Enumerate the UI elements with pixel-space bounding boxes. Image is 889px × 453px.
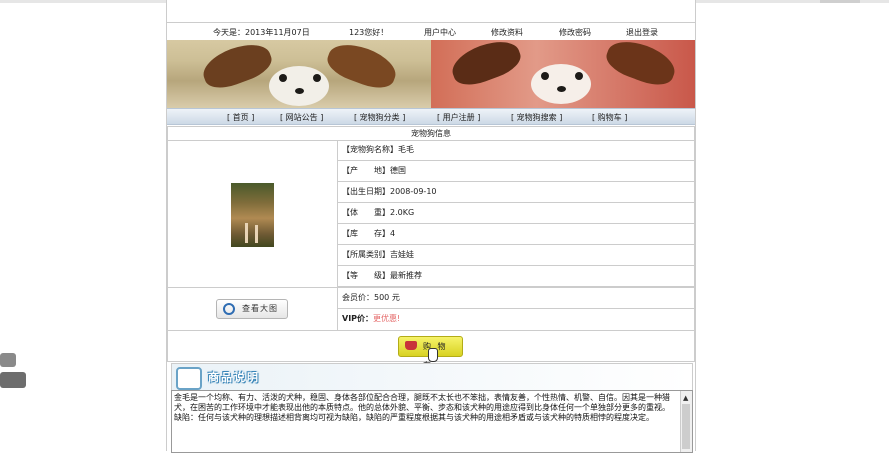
attr-value: 4 [390,229,396,238]
nav-dog-search[interactable]: [ 宠物狗搜索 ] [511,112,562,123]
attr-label: 【等 级】 [342,271,390,280]
attr-value: 2.0KG [390,208,415,217]
dog-ear [447,40,525,91]
attr-row: 【产 地】德国 [338,161,696,182]
dog-ear [323,40,401,94]
attr-row: 【库 存】4 [338,224,696,245]
banner-dog-left [167,40,431,108]
basket-icon [405,341,417,350]
vip-price-value: 更优惠! [373,314,401,323]
hand-cursor-icon [428,348,438,362]
logout-link[interactable]: 退出登录 [626,27,658,38]
description-header: 商品说明 [171,363,693,391]
banner-dog-right [431,40,695,108]
dog-face [269,66,329,106]
banner-image [167,40,695,108]
vip-price-label: VIP价： [342,314,374,323]
attr-label: 【所属类别】 [342,250,390,259]
member-price-row: 会员价：500 元 [338,287,696,309]
nav-register[interactable]: [ 用户注册 ] [437,112,480,123]
nav-cart[interactable]: [ 购物车 ] [592,112,627,123]
pet-thumbnail-leg [245,223,248,243]
dog-eye [575,72,583,80]
pet-picture-cell [168,140,338,287]
pet-thumbnail-leg [255,225,258,243]
today-date: 今天是：2013年11月07日 [213,28,310,37]
attr-value: 2008-09-10 [390,187,437,196]
change-password-link[interactable]: 修改密码 [559,27,591,38]
nav-home[interactable]: [ 首页 ] [227,112,254,123]
attr-value: 毛毛 [398,145,414,154]
nav-announcements[interactable]: [ 网站公告 ] [280,112,323,123]
overlay-badge: 鼠 [0,372,26,409]
dog-ear [198,40,276,94]
attr-label: 【体 重】 [342,208,390,217]
main-nav: [ 首页 ] [ 网站公告 ] [ 宠物狗分类 ] [ 用户注册 ] [ 宠物狗… [167,108,695,125]
attr-row: 【体 重】2.0KG [338,203,696,224]
attr-row: 【所属类别】吉娃娃 [338,245,696,266]
attr-label: 【宠物狗名称】 [342,145,398,154]
pet-info-table: 【宠物狗名称】毛毛 【产 地】德国 【出生日期】2008-09-10 【体 重】… [167,140,696,331]
description-text: 金毛是一个均称、有力、活泼的犬种，稳固、身体各部位配合合理，腿既不太长也不笨拙，… [174,393,670,422]
description-logo-icon [176,367,202,390]
overlay-icon [0,353,16,367]
attr-row: 【出生日期】2008-09-10 [338,182,696,203]
view-large-image-label: 查看大图 [242,304,278,313]
description-textarea[interactable]: 金毛是一个均称、有力、活泼的犬种，稳固、身体各部位配合合理，腿既不太长也不笨拙，… [171,390,693,453]
user-greeting: 123您好！ [349,28,389,37]
dog-ear [602,40,680,91]
left-overlay-widget: 鼠 [0,350,30,409]
dog-eye [541,72,549,80]
scrollbar-thumb[interactable] [682,404,690,449]
user-center-link[interactable]: 用户中心 [424,27,456,38]
attr-label: 【库 存】 [342,229,390,238]
dog-eye [313,74,321,82]
attr-value: 吉娃娃 [390,250,414,259]
zoom-cell: 查看大图 [168,287,338,331]
attr-row: 【等 级】最新推荐 [338,266,696,287]
magnifier-icon [223,303,235,315]
nav-dog-categories[interactable]: [ 宠物狗分类 ] [354,112,405,123]
top-strip-segment [820,0,860,3]
dog-face [531,64,591,104]
member-price-label: 会员价： [342,293,374,302]
description-title: 商品说明 [208,371,260,384]
view-large-image-button[interactable]: 查看大图 [216,299,288,319]
dog-nose [557,86,566,92]
attr-label: 【产 地】 [342,166,390,175]
dog-eye [279,74,287,82]
pet-thumbnail[interactable] [231,183,274,247]
vip-price-row: VIP价：更优惠! [338,308,696,330]
user-header-bar: 今天是：2013年11月07日 123您好！ 用户中心 修改资料 修改密码 退出… [167,22,695,42]
attr-value: 最新推荐 [390,271,422,280]
attr-value: 德国 [390,166,406,175]
description-scrollbar[interactable]: ▲ [680,391,692,452]
dog-nose [295,88,304,94]
page-container: 今天是：2013年11月07日 123您好！ 用户中心 修改资料 修改密码 退出… [166,0,696,453]
attr-row: 【宠物狗名称】毛毛 [338,140,696,161]
edit-profile-link[interactable]: 修改资料 [491,27,523,38]
attr-label: 【出生日期】 [342,187,390,196]
info-section-title: 宠物狗信息 [167,126,695,141]
overlay-badge-text: 鼠 [2,396,13,409]
member-price-value: 500 元 [374,293,400,302]
scroll-up-icon[interactable]: ▲ [683,394,688,402]
